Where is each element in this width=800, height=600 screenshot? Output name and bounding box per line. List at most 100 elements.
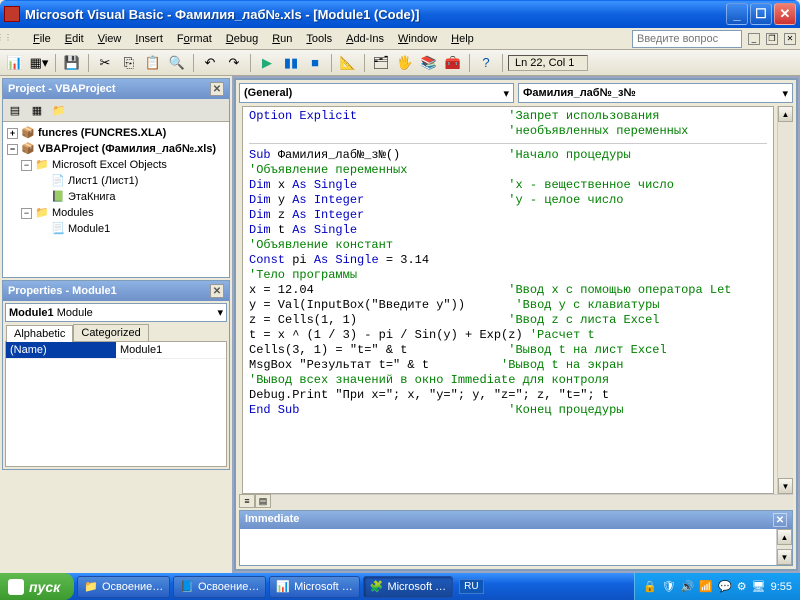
taskbar-item-1[interactable]: 📁Освоение… [77,576,170,598]
properties-button[interactable]: 🖐 [394,52,416,74]
tray-icon[interactable]: ⚙ [737,580,747,593]
cursor-position: Ln 22, Col 1 [508,55,588,71]
cut-button[interactable]: ✂ [94,52,116,74]
tray-icon[interactable]: 📶 [699,580,713,593]
menu-help[interactable]: Help [444,31,481,47]
mdi-close[interactable]: ✕ [784,33,796,45]
menu-insert[interactable]: Insert [128,31,170,47]
start-button[interactable]: ⊞ пуск [0,573,74,600]
menu-window[interactable]: Window [391,31,444,47]
menu-tools[interactable]: Tools [299,31,339,47]
window-minimize-button[interactable]: _ [726,3,748,25]
dropdown-icon: ▾ [782,87,788,100]
immediate-input[interactable] [240,529,776,565]
prop-name-key: (Name) [6,342,116,358]
windows-flag-icon: ⊞ [8,579,24,595]
clock[interactable]: 9:55 [771,581,792,593]
properties-close[interactable]: ✕ [210,284,224,298]
code-vertical-scrollbar[interactable]: ▲ ▼ [777,106,793,494]
expand-icon[interactable]: + [7,128,18,139]
vb-icon [4,31,20,47]
immediate-title: Immediate [245,513,299,527]
find-button[interactable]: 🔍 [166,52,188,74]
view-code-button[interactable]: ▤ [5,101,25,119]
collapse-icon[interactable]: − [7,144,18,155]
folder-icon: 📁 [84,580,98,593]
window-titlebar: Microsoft Visual Basic - Фамилия_лаб№.xl… [0,0,800,28]
tray-icon[interactable]: 🔊 [681,580,695,593]
menu-view[interactable]: View [91,31,129,47]
project-explorer-button[interactable]: 🗂 [370,52,392,74]
menu-addins[interactable]: Add-Ins [339,31,391,47]
dropdown-icon: ▾ [217,306,223,319]
collapse-icon[interactable]: − [21,160,32,171]
object-dropdown[interactable]: (General)▾ [239,83,514,103]
insert-dropdown[interactable]: ▦▾ [28,52,50,74]
scroll-up-icon[interactable]: ▲ [778,106,793,122]
menu-format[interactable]: Format [170,31,219,47]
code-horizontal-scrollbar[interactable] [271,494,793,510]
scroll-down-icon[interactable]: ▼ [778,478,793,494]
object-browser-button[interactable]: 📚 [418,52,440,74]
toolbox-button[interactable]: 🧰 [442,52,464,74]
paste-button[interactable]: 📋 [142,52,164,74]
taskbar-item-3[interactable]: 📊Microsoft … [269,576,359,598]
standard-toolbar: 📊 ▦▾ 💾 ✂ ⎘ 📋 🔍 ↶ ↷ ▶ ▮▮ ■ 📐 🗂 🖐 📚 🧰 ? Ln… [0,50,800,76]
menu-file[interactable]: File [26,31,58,47]
project-explorer-title: Project - VBAProject [8,83,116,95]
immediate-scrollbar[interactable]: ▲▼ [776,529,792,565]
collapse-icon[interactable]: − [21,208,32,219]
immediate-panel: Immediate ✕ ▲▼ [239,510,793,566]
windows-taskbar: ⊞ пуск 📁Освоение… 📘Освоение… 📊Microsoft … [0,573,800,600]
tray-icon[interactable]: 💬 [718,580,732,593]
project-explorer-close[interactable]: ✕ [210,82,224,96]
mdi-restore[interactable]: ❐ [766,33,778,45]
vb-icon: 🧩 [370,580,384,593]
mdi-minimize[interactable]: _ [748,33,760,45]
help-question-input[interactable] [632,30,742,48]
save-button[interactable]: 💾 [61,52,83,74]
full-view-button[interactable]: ▤ [255,494,271,508]
immediate-close[interactable]: ✕ [773,513,787,527]
break-button[interactable]: ▮▮ [280,52,302,74]
project-icon: 📦 [21,142,35,156]
prop-name-value[interactable]: Module1 [116,342,226,358]
excel-icon[interactable]: 📊 [4,52,26,74]
code-editor[interactable]: Option Explicit 'Запрет использования 'н… [242,106,774,494]
procedure-view-button[interactable]: ≡ [239,494,255,508]
reset-button[interactable]: ■ [304,52,326,74]
copy-button[interactable]: ⎘ [118,52,140,74]
tray-icon[interactable]: 🔒 [643,580,657,593]
design-mode-button[interactable]: 📐 [337,52,359,74]
tray-icon[interactable]: 🖥 [752,580,766,593]
toggle-folders-button[interactable]: 📁 [49,101,69,119]
run-button[interactable]: ▶ [256,52,278,74]
menu-edit[interactable]: Edit [58,31,91,47]
properties-grid[interactable]: (Name) Module1 [5,341,227,467]
menu-run[interactable]: Run [265,31,299,47]
menu-debug[interactable]: Debug [219,31,265,47]
properties-object-select[interactable]: Module1 Module ▾ [5,303,227,322]
window-maximize-button[interactable]: ☐ [750,3,772,25]
taskbar-item-4[interactable]: 🧩Microsoft … [363,576,453,598]
language-indicator[interactable]: RU [459,579,483,594]
folder-icon: 📁 [35,158,49,172]
folder-icon: 📁 [35,206,49,220]
view-object-button[interactable]: ▦ [27,101,47,119]
window-title: Microsoft Visual Basic - Фамилия_лаб№.xl… [25,7,726,22]
code-window: (General)▾ Фамилия_лаб№_з№▾ Option Expli… [234,78,798,571]
tray-icon[interactable]: 🛡 [662,580,676,593]
excel-icon: 📊 [276,580,290,593]
undo-button[interactable]: ↶ [199,52,221,74]
taskbar-item-2[interactable]: 📘Освоение… [173,576,266,598]
dropdown-icon: ▾ [503,87,509,100]
project-tree[interactable]: +📦funcres (FUNCRES.XLA) −📦VBAProject (Фа… [3,122,229,277]
system-tray: 🔒 🛡 🔊 📶 💬 ⚙ 🖥 9:55 [634,573,800,600]
tab-alphabetic[interactable]: Alphabetic [6,325,73,342]
word-icon: 📘 [180,580,194,593]
help-button[interactable]: ? [475,52,497,74]
tab-categorized[interactable]: Categorized [73,324,148,341]
window-close-button[interactable]: ✕ [774,3,796,25]
procedure-dropdown[interactable]: Фамилия_лаб№_з№▾ [518,83,793,103]
redo-button[interactable]: ↷ [223,52,245,74]
